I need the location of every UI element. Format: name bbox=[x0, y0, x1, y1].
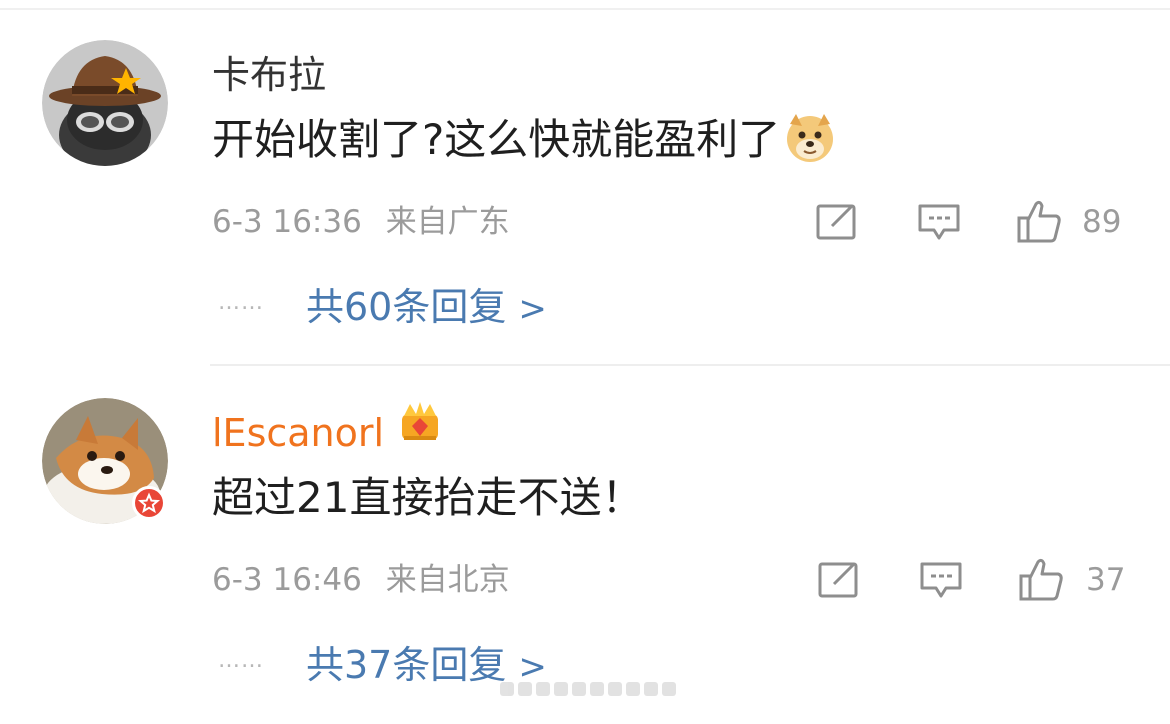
comment-item: 卡布拉 开始收割了?这么快就能盈利了 6-3 16:36 来自广东 89 …… … bbox=[0, 10, 1170, 366]
replies-label: 共60条回复 bbox=[306, 285, 507, 329]
repost-edit-icon[interactable] bbox=[814, 202, 860, 242]
username[interactable]: lEscanorl bbox=[212, 408, 384, 458]
like-icon[interactable] bbox=[1016, 198, 1064, 244]
like-icon[interactable] bbox=[1018, 556, 1066, 602]
comment-text-body: 开始收割了?这么快就能盈利了 bbox=[212, 115, 781, 164]
crown-icon bbox=[398, 400, 442, 444]
avatar[interactable] bbox=[42, 40, 168, 166]
chevron-right-icon: > bbox=[518, 289, 547, 329]
comment-icon[interactable] bbox=[918, 560, 964, 600]
comment-meta: 6-3 16:46 来自北京 bbox=[212, 558, 510, 602]
like-count: 37 bbox=[1086, 562, 1126, 598]
comment-meta: 6-3 16:36 来自广东 bbox=[212, 200, 510, 244]
reply-dots: …… bbox=[218, 648, 264, 673]
doge-emoji-icon bbox=[784, 112, 836, 164]
timestamp: 6-3 16:46 bbox=[212, 562, 362, 598]
repost-edit-icon[interactable] bbox=[816, 560, 862, 600]
replies-label: 共37条回复 bbox=[306, 643, 507, 687]
like-count: 89 bbox=[1082, 204, 1122, 240]
comment-divider bbox=[210, 364, 1170, 366]
comment-icon[interactable] bbox=[916, 202, 962, 242]
watermark-logo bbox=[500, 682, 676, 696]
comment-item: lEscanorl 超过21直接抬走不送！ 6-3 16:46 来自北京 37 … bbox=[0, 368, 1170, 724]
vip-star-badge-icon bbox=[132, 486, 166, 520]
location: 来自北京 bbox=[385, 562, 510, 598]
comment-text: 超过21直接抬走不送！ bbox=[212, 473, 644, 522]
location: 来自广东 bbox=[385, 204, 510, 240]
comment-text: 开始收割了?这么快就能盈利了 bbox=[212, 110, 836, 170]
username[interactable]: 卡布拉 bbox=[212, 50, 326, 100]
reply-dots: …… bbox=[218, 290, 264, 315]
timestamp: 6-3 16:36 bbox=[212, 204, 362, 240]
view-replies-link[interactable]: 共60条回复 > bbox=[306, 280, 547, 336]
